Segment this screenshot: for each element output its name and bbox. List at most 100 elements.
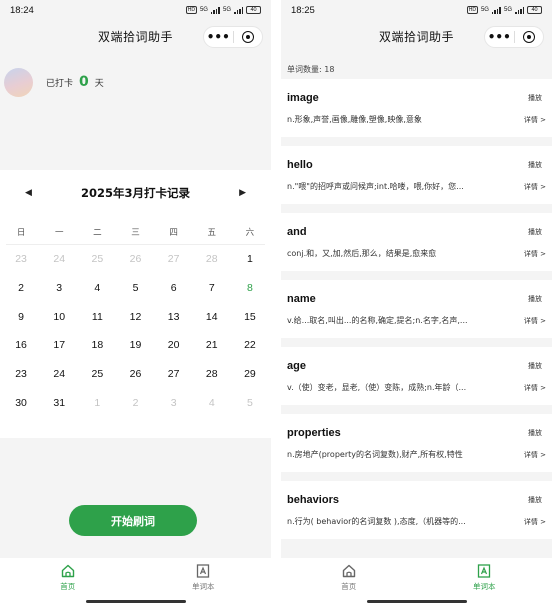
calendar-day[interactable]: 16: [2, 331, 40, 360]
calendar-day[interactable]: 25: [78, 360, 116, 389]
detail-link[interactable]: 详情 >: [524, 115, 546, 125]
calendar-day[interactable]: 24: [40, 245, 78, 274]
calendar-day[interactable]: 31: [40, 389, 78, 418]
calendar-day[interactable]: 21: [193, 331, 231, 360]
word-card[interactable]: image n.形象,声誉,画像,雕像,塑像,映像,意象 播放 详情 >: [281, 79, 552, 137]
calendar-day[interactable]: 26: [116, 245, 154, 274]
calendar-day[interactable]: 1: [231, 245, 269, 274]
word-card[interactable]: name v.给...取名,叫出...的名称,确定,提名;n.名字,名声,... 播…: [281, 280, 552, 338]
more-menu-icon[interactable]: •••: [204, 28, 233, 46]
weekday-label: 六: [245, 228, 255, 238]
calendar-day[interactable]: 5: [231, 389, 269, 418]
calendar-day[interactable]: 22: [231, 331, 269, 360]
word-list: image n.形象,声誉,画像,雕像,塑像,映像,意象 播放 详情 > hello n.…: [281, 79, 552, 548]
tab-wordbook[interactable]: 单词本: [136, 558, 272, 606]
calendar-day[interactable]: 8: [231, 274, 269, 303]
play-button[interactable]: 播放: [528, 428, 542, 438]
calendar-day[interactable]: 4: [78, 274, 116, 303]
calendar-day[interactable]: 17: [40, 331, 78, 360]
play-button[interactable]: 播放: [528, 361, 542, 371]
calendar-day[interactable]: 15: [231, 303, 269, 332]
avatar[interactable]: [4, 67, 33, 97]
play-button[interactable]: 播放: [528, 495, 542, 505]
detail-link[interactable]: 详情 >: [524, 316, 546, 326]
calendar-day[interactable]: 2: [116, 389, 154, 418]
weekday-label: 一: [54, 228, 64, 238]
calendar-day[interactable]: 3: [155, 389, 193, 418]
calendar-day[interactable]: 4: [193, 389, 231, 418]
word-title: hello: [287, 159, 313, 171]
status-icons: HD 5G 5G 40: [466, 6, 542, 14]
calendar-weekdays: 日一二三四五六: [0, 226, 271, 240]
weekday-label: 二: [93, 228, 102, 238]
detail-link[interactable]: 详情 >: [524, 450, 546, 460]
play-button[interactable]: 播放: [528, 93, 542, 103]
calendar-day[interactable]: 7: [193, 274, 231, 303]
word-title: age: [287, 360, 306, 372]
calendar-day[interactable]: 9: [2, 303, 40, 332]
calendar-day[interactable]: 19: [116, 331, 154, 360]
calendar-day[interactable]: 5: [116, 274, 154, 303]
detail-link[interactable]: 详情 >: [524, 517, 546, 527]
calendar-day[interactable]: 18: [78, 331, 116, 360]
tab-wordbook[interactable]: 单词本: [417, 558, 553, 606]
weekday-label: 四: [169, 228, 178, 238]
calendar-day[interactable]: 14: [193, 303, 231, 332]
battery-icon: 40: [246, 6, 261, 14]
calendar-day[interactable]: 25: [78, 245, 116, 274]
calendar-day[interactable]: 1: [78, 389, 116, 418]
status-time: 18:24: [10, 4, 34, 16]
detail-link[interactable]: 详情 >: [524, 182, 546, 192]
checkin-count: 0: [79, 74, 89, 90]
word-card[interactable]: behaviors n.行为( behavior的名词复数 ),态度,（机器等的.…: [281, 481, 552, 539]
hd-badge: HD: [185, 6, 197, 14]
detail-link[interactable]: 详情 >: [524, 383, 546, 393]
calendar-day[interactable]: 30: [2, 389, 40, 418]
tab-home[interactable]: 首页: [0, 558, 136, 606]
calendar-day[interactable]: 28: [193, 245, 231, 274]
prev-month-icon[interactable]: ◀: [25, 188, 32, 198]
word-definition: n."喂"的招呼声或问候声;int.哈喽，喂,你好，您...: [287, 182, 464, 191]
calendar-day[interactable]: 23: [2, 360, 40, 389]
more-menu-icon[interactable]: •••: [485, 28, 514, 46]
tab-bar: 首页 单词本: [281, 558, 552, 606]
wordbook-icon: [197, 564, 210, 578]
calendar-day[interactable]: 3: [40, 274, 78, 303]
calendar-day[interactable]: 20: [155, 331, 193, 360]
word-card[interactable]: properties n.房地产(property的名词复数),财产,所有权,特性…: [281, 414, 552, 472]
calendar-day[interactable]: 13: [155, 303, 193, 332]
calendar-day[interactable]: 6: [155, 274, 193, 303]
word-card[interactable]: age v.（使）变老，显老,（使）变陈，成熟;n.年龄（... 播放 详情 >: [281, 347, 552, 405]
calendar-day[interactable]: 2: [2, 274, 40, 303]
start-review-button[interactable]: 开始刷词: [69, 505, 197, 536]
calendar-day[interactable]: 12: [116, 303, 154, 332]
weekday-label: 日: [16, 228, 26, 238]
play-button[interactable]: 播放: [528, 227, 542, 237]
calendar-day[interactable]: 29: [231, 360, 269, 389]
word-title: image: [287, 92, 319, 104]
close-target-icon[interactable]: [515, 31, 544, 43]
calendar-day[interactable]: 23: [2, 245, 40, 274]
mini-program-capsule: •••: [484, 26, 544, 48]
calendar-day[interactable]: 28: [193, 360, 231, 389]
calendar-day[interactable]: 10: [40, 303, 78, 332]
word-card[interactable]: hello n."喂"的招呼声或问候声;int.哈喽，喂,你好，您... 播放详情 …: [281, 146, 552, 204]
home-indicator: [366, 600, 467, 603]
play-button[interactable]: 播放: [528, 160, 542, 170]
calendar-day[interactable]: 11: [78, 303, 116, 332]
next-month-icon[interactable]: ▶: [239, 188, 246, 198]
play-button[interactable]: 播放: [528, 294, 542, 304]
tab-home[interactable]: 首页: [281, 558, 417, 606]
word-title: properties: [287, 427, 341, 439]
word-card[interactable]: and conj.和，又,加,然后,那么，结果是,愈来愈 播放 详情 >: [281, 213, 552, 271]
hd-badge: HD: [466, 6, 478, 14]
signal-icon: [491, 6, 501, 14]
detail-link[interactable]: 详情 >: [524, 249, 546, 259]
home-icon: [61, 564, 74, 578]
app-title: 双端拾词助手: [97, 29, 173, 44]
calendar-day[interactable]: 27: [155, 360, 193, 389]
calendar-day[interactable]: 27: [155, 245, 193, 274]
calendar-day[interactable]: 26: [116, 360, 154, 389]
calendar-day[interactable]: 24: [40, 360, 78, 389]
close-target-icon[interactable]: [234, 31, 263, 43]
